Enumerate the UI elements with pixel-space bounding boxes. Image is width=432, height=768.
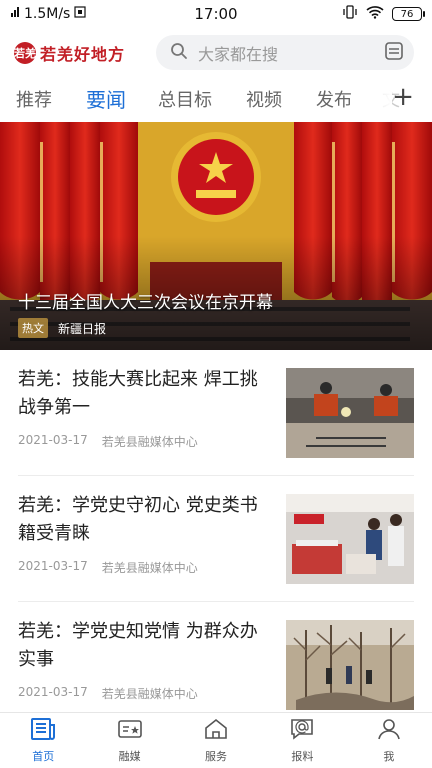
news-title: 若羌：学党史知党情 为群众办实事 (18, 621, 258, 670)
hero-source: 新疆日报 (58, 321, 107, 336)
news-title: 若羌：学党史守初心 党史类书籍受青睐 (18, 495, 258, 544)
battery-indicator: 76 (392, 7, 425, 21)
app-header: 若羌 若羌好地方 大家都在搜 (0, 28, 432, 78)
tab-recommend[interactable]: 推荐 (16, 86, 52, 112)
tab-fade (352, 78, 392, 118)
nav-me[interactable]: 我 (346, 713, 432, 768)
tab-publish[interactable]: 发布 (316, 86, 352, 112)
news-source: 若羌县融媒体中心 (101, 435, 198, 449)
hero-image (0, 122, 432, 350)
news-meta: 2021-03-17 若羌县融媒体中心 (18, 559, 198, 576)
logo-badge: 若羌 (14, 42, 36, 64)
tab-general-goal[interactable]: 总目标 (158, 86, 212, 112)
nav-label: 融媒 (118, 750, 141, 763)
search-placeholder: 大家都在搜 (198, 44, 279, 64)
news-item[interactable]: 若羌：学党史守初心 党史类书籍受青睐 2021-03-17 若羌县融媒体中心 (0, 476, 432, 602)
wifi-icon (366, 5, 384, 23)
notification-icon (74, 6, 86, 22)
search-icon (170, 42, 188, 64)
news-item[interactable]: 若羌：技能大赛比起来 焊工挑战争第一 2021-03-17 若羌县融媒体中心 (0, 350, 432, 476)
news-date: 2021-03-17 (18, 433, 88, 447)
news-thumbnail (286, 620, 414, 710)
news-date: 2021-03-17 (18, 559, 88, 573)
status-left: 1.5M/s (10, 6, 86, 22)
news-source: 若羌县融媒体中心 (101, 561, 198, 575)
report-icon (289, 717, 315, 745)
tab-headlines[interactable]: 要闻 (86, 84, 126, 113)
tab-video[interactable]: 视频 (246, 86, 282, 112)
news-thumbnail (286, 494, 414, 584)
bottom-nav: 首页 融媒 服务 报料 我 (0, 712, 432, 768)
app-logo[interactable]: 若羌 若羌好地方 (14, 41, 125, 65)
signal-icon (10, 6, 20, 22)
news-title: 若羌：技能大赛比起来 焊工挑战争第一 (18, 369, 258, 418)
person-icon (376, 717, 402, 745)
news-thumbnail (286, 368, 414, 458)
nav-label: 服务 (205, 750, 228, 763)
news-item[interactable]: 若羌：学党史知党情 为群众办实事 2021-03-17 若羌县融媒体中心 (0, 602, 432, 728)
nav-label: 报料 (291, 750, 314, 763)
status-bar: 1.5M/s 17:00 76 (0, 0, 432, 28)
vibrate-icon (342, 5, 358, 23)
news-meta: 2021-03-17 若羌县融媒体中心 (18, 685, 198, 702)
network-speed: 1.5M/s (24, 6, 71, 22)
hero-title: 十三届全国人大三次会议在京开幕 (18, 293, 273, 313)
home-icon (203, 717, 229, 745)
app-name: 若羌好地方 (40, 45, 126, 64)
nav-home[interactable]: 首页 (0, 713, 86, 768)
news-date: 2021-03-17 (18, 685, 88, 699)
media-card-icon (117, 717, 143, 745)
news-icon (30, 717, 56, 745)
news-meta: 2021-03-17 若羌县融媒体中心 (18, 433, 198, 450)
status-right: 76 (342, 5, 425, 23)
nav-service[interactable]: 服务 (173, 713, 259, 768)
nav-report[interactable]: 报料 (259, 713, 345, 768)
add-channel-icon[interactable]: + (392, 84, 414, 110)
hero-banner[interactable]: 十三届全国人大三次会议在京开幕 热文 新疆日报 (0, 122, 432, 350)
hot-badge: 热文 (18, 318, 48, 338)
search-bar[interactable]: 大家都在搜 (156, 35, 414, 70)
scan-icon[interactable] (384, 41, 404, 65)
nav-label: 我 (383, 750, 395, 763)
news-source: 若羌县融媒体中心 (101, 687, 198, 701)
nav-label: 首页 (32, 750, 55, 763)
hero-meta: 热文 新疆日报 (18, 318, 106, 338)
channel-tabs: 推荐 要闻 总目标 视频 发布 文 + (0, 78, 432, 118)
nav-media[interactable]: 融媒 (86, 713, 172, 768)
